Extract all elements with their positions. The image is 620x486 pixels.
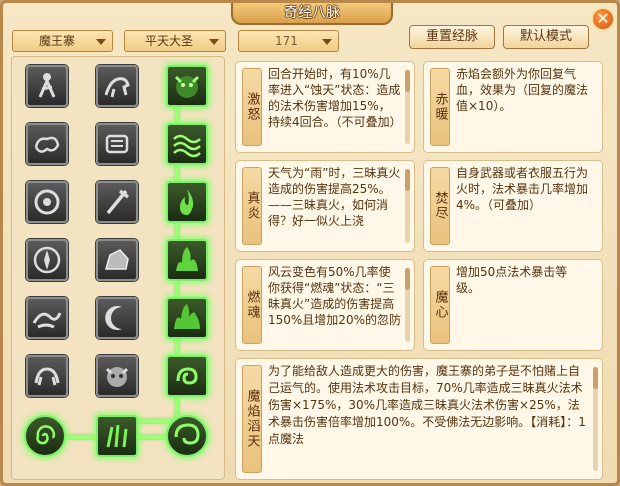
sect-dropdown-value: 魔王寨 [39, 34, 76, 48]
effect-card-name: 燃魂 [242, 266, 262, 344]
default-mode-button[interactable]: 默认模式 [503, 25, 589, 49]
effect-card-text: 赤焰会额外为你回复气血，效果为（回复的魔法值×10）。 [456, 67, 589, 113]
close-icon[interactable]: ✕ [591, 7, 615, 31]
skill-medallion-icon[interactable] [26, 239, 68, 281]
skill-creature-icon[interactable] [26, 355, 68, 397]
effect-card-text: 为了能给敌人造成更大的伤害，魔王寨的弟子是不怕赌上自己运气的。使用法术攻击目标，… [268, 364, 586, 446]
skill-demon-mask-icon[interactable] [96, 355, 138, 397]
skill-staff-icon[interactable] [96, 181, 138, 223]
effect-card[interactable]: 激怒 回合开始时，有10%几率进入“蚀天”状态：造成的法术伤害增加15%，持续4… [235, 61, 415, 153]
effect-card[interactable]: 焚尽 自身武器或者衣服五行为火时，法术暴击几率增加4%。（可叠加） [423, 160, 603, 252]
effect-card-name: 真炎 [242, 167, 262, 245]
effect-card-name: 焚尽 [430, 167, 450, 245]
skill-cloud-swirl-icon[interactable] [26, 123, 68, 165]
role-dropdown[interactable]: 平天大圣 [124, 30, 226, 52]
effect-card[interactable]: 魔心 增加50点法术暴击等级。 [423, 259, 603, 351]
level-dropdown[interactable]: 171 [238, 30, 339, 52]
skill-tree-panel [11, 56, 225, 480]
level-dropdown-value: 171 [275, 34, 298, 48]
skill-rock-icon[interactable] [96, 239, 138, 281]
scrollbar[interactable] [405, 169, 410, 243]
reset-meridian-button[interactable]: 重置经脉 [409, 25, 495, 49]
skill-crescent-icon[interactable] [96, 297, 138, 339]
effect-card-text: 增加50点法术暴击等级。 [456, 265, 568, 295]
effect-card[interactable]: 真炎 天气为“雨”时，三昧真火造成的伤害提高25%。——三昧真火，如何消得？好一… [235, 160, 415, 252]
sect-dropdown[interactable]: 魔王寨 [12, 30, 113, 52]
chevron-down-icon [209, 39, 219, 45]
scrollbar[interactable] [405, 268, 410, 342]
skill-scroll-icon[interactable] [96, 123, 138, 165]
scrollbar[interactable] [405, 70, 410, 144]
chevron-down-icon [96, 39, 106, 45]
effect-card-name: 激怒 [242, 68, 262, 146]
skill-sun-disc-icon[interactable] [26, 181, 68, 223]
effect-card[interactable]: 燃魂 风云变色有50%几率使你获得“燃魂”状态：“三昧真火”造成的伤害提高150… [235, 259, 415, 351]
chevron-down-icon [322, 39, 332, 45]
effect-card-text: 自身武器或者衣服五行为火时，法术暴击几率增加4%。（可叠加） [456, 166, 589, 212]
effect-card-name: 魔焰滔天 [242, 365, 262, 473]
skill-inferno-icon[interactable] [166, 297, 208, 339]
skill-fire-swirl-icon[interactable] [166, 355, 208, 397]
skill-dragon-icon[interactable] [26, 297, 68, 339]
scrollbar[interactable] [593, 367, 598, 471]
effect-card-text: 回合开始时，有10%几率进入“蚀天”状态：造成的法术伤害增加15%，持续4回合。… [268, 67, 402, 129]
skill-vortex-icon[interactable] [166, 415, 208, 457]
skill-fire-burst-icon[interactable] [166, 239, 208, 281]
skill-flame-icon[interactable] [166, 181, 208, 223]
scrollbar-thumb[interactable] [593, 367, 598, 389]
scrollbar-thumb[interactable] [405, 70, 410, 92]
skill-horse-icon[interactable] [96, 65, 138, 107]
skill-demon-face-icon[interactable] [166, 65, 208, 107]
scrollbar-thumb[interactable] [405, 169, 410, 191]
window-title: 奇经八脉 [231, 3, 393, 25]
effect-card[interactable]: 赤暖 赤焰会额外为你回复气血，效果为（回复的魔法值×10）。 [423, 61, 603, 153]
effect-card-name: 赤暖 [430, 68, 450, 146]
skill-figure-icon[interactable] [26, 65, 68, 107]
effect-card-featured[interactable]: 魔焰滔天 为了能给敌人造成更大的伤害，魔王寨的弟子是不怕赌上自己运气的。使用法术… [235, 358, 603, 480]
effect-card-text: 风云变色有50%几率使你获得“燃魂”状态：“三昧真火”造成的伤害提高150%且增… [268, 265, 401, 327]
skill-wave-pattern-icon[interactable] [166, 123, 208, 165]
skill-spiral-icon[interactable] [24, 415, 66, 457]
effect-card-name: 魔心 [430, 266, 450, 344]
meridian-window: 奇经八脉 ✕ 魔王寨 平天大圣 171 重置经脉 默认模式 激怒 回合开始时，有… [0, 0, 620, 486]
scrollbar-thumb[interactable] [405, 268, 410, 290]
role-dropdown-value: 平天大圣 [145, 34, 194, 48]
effect-card-text: 天气为“雨”时，三昧真火造成的伤害提高25%。——三昧真火，如何消得？好一似火上… [268, 166, 401, 228]
skill-claw-fire-icon[interactable] [96, 415, 138, 457]
